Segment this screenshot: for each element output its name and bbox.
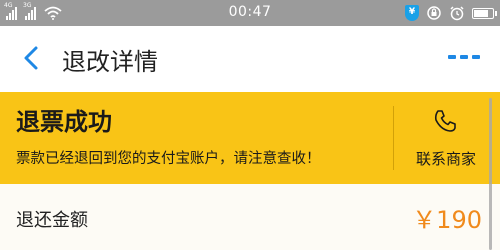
more-menu-icon[interactable] [448,51,480,63]
refund-amount-label: 退还金额 [16,210,88,231]
contact-merchant-button[interactable]: 联系商家 [400,106,488,172]
shield-icon: ¥ [405,5,419,21]
status-bar: 4G 3G 00:47 ¥ [0,0,500,26]
battery-fill [474,9,488,17]
scrollbar[interactable] [489,98,492,250]
alarm-icon [450,6,464,21]
rotation-lock-icon [427,6,441,20]
refund-success-banner: 退票成功 票款已经退回到您的支付宝账户，请注意查收！ 联系商家 [0,92,500,184]
banner-divider [393,106,394,170]
phone-icon [434,110,456,132]
contact-merchant-label: 联系商家 [415,150,476,168]
refund-amount-row: 退还金额 ￥190 [0,184,500,250]
nav-bar: 退改详情 [0,26,500,92]
banner-message: 票款已经退回到您的支付宝账户，请注意查收！ [16,151,321,167]
back-arrow-icon[interactable] [18,43,46,73]
status-right: ¥ [405,3,497,23]
page-title: 退改详情 [62,48,158,76]
battery-icon [472,7,497,19]
banner-title: 退票成功 [16,108,112,136]
refund-amount-value: ￥190 [412,206,482,234]
